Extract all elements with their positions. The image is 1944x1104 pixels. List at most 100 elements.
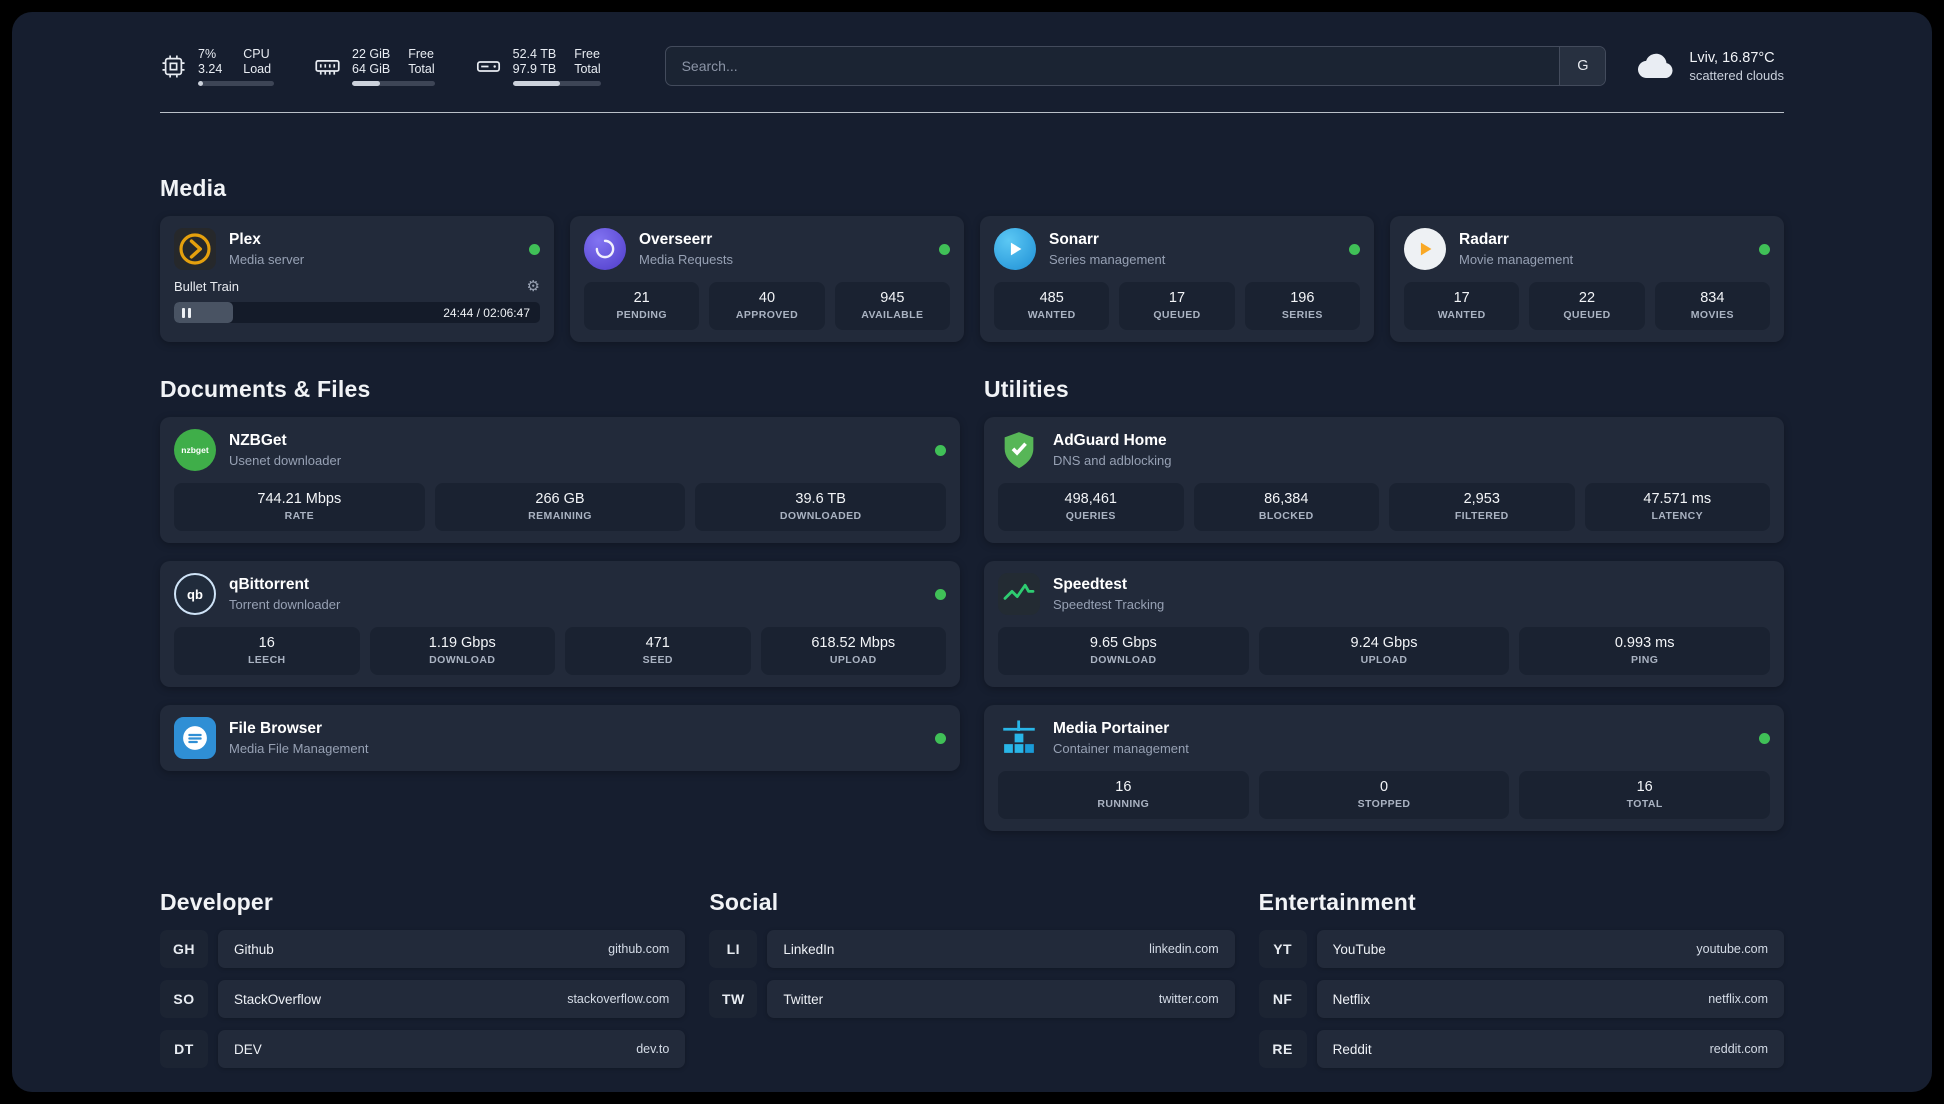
disk-monitor: 52.4 TB Free 97.9 TB Total: [475, 47, 601, 86]
stat-value: 485: [1039, 290, 1064, 306]
stat-value: 21: [633, 290, 650, 306]
bookmark-abbr[interactable]: SO: [160, 980, 208, 1018]
ram-progress-track: [352, 80, 435, 86]
bookmark-abbr[interactable]: RE: [1258, 1030, 1307, 1068]
bookmark-name: Twitter: [783, 991, 824, 1007]
stat-tile: 196 SERIES: [1244, 282, 1360, 330]
bookmark-link-twitter[interactable]: Twitter twitter.com: [767, 980, 1235, 1018]
stat-tile: 16 LEECH: [174, 627, 360, 675]
gear-icon[interactable]: ⚙: [527, 279, 540, 294]
filebrowser-icon[interactable]: [174, 717, 216, 759]
bookmark-link-linkedin[interactable]: LinkedIn linkedin.com: [767, 930, 1235, 968]
app-subtitle-plex: Media server: [229, 252, 305, 267]
bookmark-abbr[interactable]: LI: [709, 930, 758, 968]
ram-monitor: 22 GiB Free 64 GiB Total: [314, 47, 435, 86]
stat-label: REMAINING: [528, 510, 592, 522]
stat-value: 471: [645, 635, 670, 651]
cpu-monitor: 7% CPU 3.24 Load: [160, 47, 274, 86]
app-card-overseerr: Overseerr Media Requests 21 PENDING 40 A…: [570, 216, 964, 342]
ram-free-value: 22 GiB: [352, 46, 391, 61]
app-subtitle-speedtest: Speedtest Tracking: [1053, 597, 1165, 612]
cpu-percent-value: 7%: [198, 46, 217, 61]
section-title-entertainment: Entertainment: [1258, 889, 1416, 915]
stat-value: 16: [1115, 779, 1132, 795]
bookmark-url: linkedin.com: [1149, 942, 1219, 956]
stat-value: 945: [880, 290, 905, 306]
stat-tile: 471 SEED: [565, 627, 751, 675]
bookmark-abbr[interactable]: GH: [160, 930, 208, 968]
status-dot: [935, 732, 946, 744]
radarr-icon[interactable]: [1404, 228, 1446, 270]
app-name-filebrowser[interactable]: File Browser: [229, 720, 368, 738]
adguard-icon: [998, 429, 1040, 471]
bookmark-link-netflix[interactable]: Netflix netflix.com: [1316, 980, 1784, 1018]
stat-tile: 16 TOTAL: [1519, 771, 1771, 819]
player-time: 24:44 / 02:06:47: [443, 305, 530, 320]
stat-tile: 0 STOPPED: [1258, 771, 1510, 819]
search-input[interactable]: [665, 47, 1560, 85]
widget-card-speedtest: Speedtest Speedtest Tracking 9.65 Gbps D…: [984, 561, 1784, 687]
stat-value: 266 GB: [535, 491, 585, 507]
overseerr-icon[interactable]: [584, 228, 626, 270]
stat-tile: 9.24 Gbps UPLOAD: [1258, 627, 1510, 675]
bookmark-link-stackoverflow[interactable]: StackOverflow stackoverflow.com: [218, 980, 686, 1018]
stat-tile: 21 PENDING: [584, 282, 700, 330]
stat-tile: 40 APPROVED: [709, 282, 825, 330]
bookmark-name: StackOverflow: [234, 991, 322, 1007]
disk-free-value: 52.4 TB: [512, 46, 557, 61]
sonarr-icon[interactable]: [994, 228, 1036, 270]
cpu-progress-fill: [198, 80, 204, 86]
search-bar[interactable]: G: [664, 46, 1607, 86]
stat-label: PING: [1631, 654, 1659, 666]
ram-progress-fill: [352, 80, 381, 86]
app-name-nzbget[interactable]: NZBGet: [229, 432, 341, 450]
ram-label-bottom: Total: [408, 61, 435, 76]
bookmark-name: Netflix: [1332, 991, 1371, 1007]
bookmark-link-github[interactable]: Github github.com: [218, 930, 686, 968]
stat-tile: 0.993 ms PING: [1519, 627, 1771, 675]
bookmark-link-dev[interactable]: DEV dev.to: [218, 1030, 686, 1068]
bookmark-abbr[interactable]: DT: [160, 1030, 208, 1068]
player-progress-bar[interactable]: 24:44 / 02:06:47: [174, 302, 540, 323]
nzbget-icon[interactable]: nzbget: [174, 429, 216, 471]
portainer-icon[interactable]: [998, 717, 1040, 759]
cpu-progress-track: [198, 80, 274, 86]
app-name-overseerr[interactable]: Overseerr: [639, 231, 733, 249]
bookmark-group-developer: Developer GH Github github.com SO StackO…: [160, 889, 686, 1068]
stat-tile: 485 WANTED: [994, 282, 1110, 330]
stat-tile: 22 QUEUED: [1529, 282, 1645, 330]
stat-label: TOTAL: [1626, 798, 1663, 810]
pause-icon[interactable]: [182, 307, 191, 318]
bookmark-link-reddit[interactable]: Reddit reddit.com: [1316, 1030, 1784, 1068]
bookmark-name: LinkedIn: [783, 941, 835, 957]
plex-icon[interactable]: [174, 228, 216, 270]
app-name-radarr[interactable]: Radarr: [1459, 231, 1573, 249]
app-name-plex[interactable]: Plex: [229, 231, 304, 249]
search-engine-button[interactable]: G: [1559, 47, 1606, 85]
bookmark-abbr[interactable]: TW: [709, 980, 758, 1018]
disk-label-top: Free: [574, 46, 600, 61]
bookmark-link-youtube[interactable]: YouTube youtube.com: [1316, 930, 1784, 968]
app-name-qbittorrent[interactable]: qBittorrent: [229, 576, 340, 594]
stat-label: RATE: [284, 510, 315, 522]
bookmark-row-netflix: NF Netflix netflix.com: [1258, 980, 1784, 1018]
stat-tile: 945 AVAILABLE: [834, 282, 950, 330]
bookmark-abbr[interactable]: YT: [1258, 930, 1307, 968]
app-name-adguard: AdGuard Home: [1053, 432, 1167, 449]
app-card-qbittorrent: qb qBittorrent Torrent downloader 16 LEE…: [160, 561, 960, 687]
stat-tile: 618.52 Mbps UPLOAD: [760, 627, 946, 675]
ram-label-top: Free: [408, 46, 434, 61]
stat-tile: 86,384 BLOCKED: [1193, 483, 1379, 531]
stat-label: UPLOAD: [829, 654, 877, 666]
section-documents: Documents & Files nzbget NZBGet Usenet d…: [160, 376, 960, 831]
stat-value: 196: [1290, 290, 1315, 306]
cloud-icon: [1636, 51, 1676, 81]
bookmark-url: twitter.com: [1158, 992, 1219, 1006]
bookmark-abbr[interactable]: NF: [1258, 980, 1307, 1018]
app-subtitle-nzbget: Usenet downloader: [229, 453, 342, 468]
stat-tile: 47.571 ms LATENCY: [1584, 483, 1770, 531]
topbar: 7% CPU 3.24 Load 22 GiB Free 64 GiB Tota…: [160, 46, 1784, 86]
app-name-sonarr[interactable]: Sonarr: [1049, 231, 1165, 249]
app-name-portainer[interactable]: Media Portainer: [1053, 720, 1189, 738]
qbittorrent-icon[interactable]: qb: [174, 573, 216, 615]
